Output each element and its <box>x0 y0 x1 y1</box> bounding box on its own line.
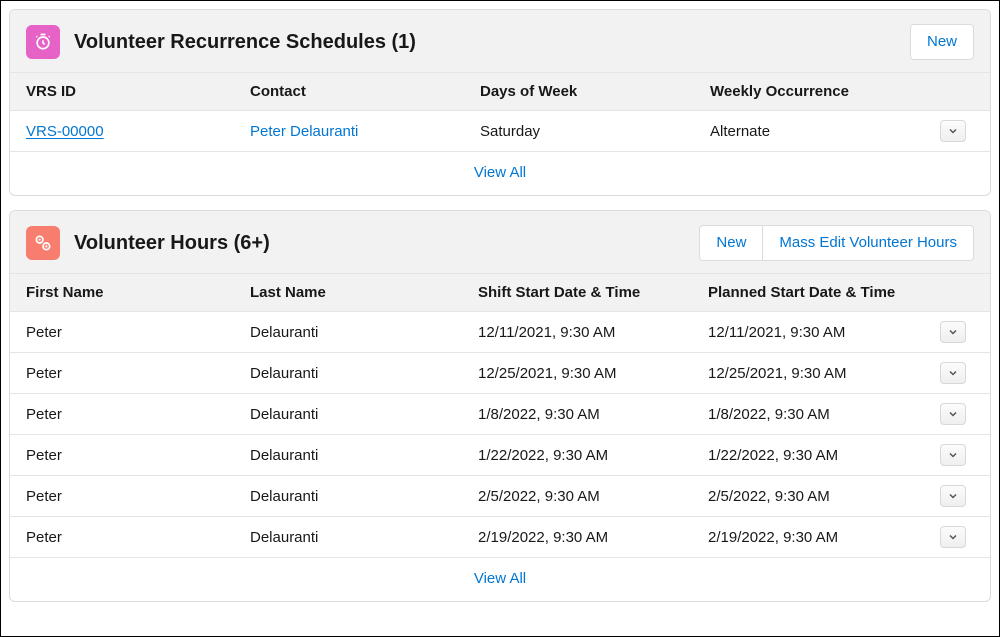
vrs-view-all-link[interactable]: View All <box>474 164 526 181</box>
last-name-cell: Delauranti <box>250 529 478 546</box>
row-menu-button[interactable] <box>940 120 966 142</box>
planned-start-cell: 1/8/2022, 9:30 AM <box>708 406 830 423</box>
shift-start-cell: 1/8/2022, 9:30 AM <box>478 406 708 423</box>
table-row: PeterDelauranti2/19/2022, 9:30 AM2/19/20… <box>10 516 990 557</box>
hours-header: Volunteer Hours (6+) New Mass Edit Volun… <box>10 211 990 274</box>
last-name-cell: Delauranti <box>250 406 478 423</box>
vrs-card: Volunteer Recurrence Schedules (1) New V… <box>9 9 991 196</box>
table-row: PeterDelauranti1/8/2022, 9:30 AM1/8/2022… <box>10 393 990 434</box>
row-menu-button[interactable] <box>940 403 966 425</box>
planned-start-cell: 2/5/2022, 9:30 AM <box>708 488 830 505</box>
gears-icon <box>26 226 60 260</box>
first-name-cell: Peter <box>26 447 250 464</box>
row-menu-button[interactable] <box>940 444 966 466</box>
row-menu-button[interactable] <box>940 485 966 507</box>
hours-new-button[interactable]: New <box>699 225 763 261</box>
col-first-name: First Name <box>26 284 250 301</box>
table-row: PeterDelauranti1/22/2022, 9:30 AM1/22/20… <box>10 434 990 475</box>
hours-card: Volunteer Hours (6+) New Mass Edit Volun… <box>9 210 991 602</box>
shift-start-cell: 1/22/2022, 9:30 AM <box>478 447 708 464</box>
schedule-icon <box>26 25 60 59</box>
days-cell: Saturday <box>480 123 710 140</box>
col-vrs-id: VRS ID <box>26 83 250 100</box>
row-menu-button[interactable] <box>940 526 966 548</box>
col-planned-start: Planned Start Date & Time <box>708 284 974 301</box>
last-name-cell: Delauranti <box>250 488 478 505</box>
hours-title: Volunteer Hours (6+) <box>74 232 699 255</box>
col-last-name: Last Name <box>250 284 478 301</box>
vrs-id-link[interactable]: VRS-00000 <box>26 123 104 140</box>
first-name-cell: Peter <box>26 365 250 382</box>
hours-view-all-link[interactable]: View All <box>474 570 526 587</box>
shift-start-cell: 2/5/2022, 9:30 AM <box>478 488 708 505</box>
vrs-title: Volunteer Recurrence Schedules (1) <box>74 31 910 54</box>
table-row: VRS-00000 Peter Delauranti SaturdayAlterna… <box>10 110 990 151</box>
shift-start-cell: 2/19/2022, 9:30 AM <box>478 529 708 546</box>
shift-start-cell: 12/11/2021, 9:30 AM <box>478 324 708 341</box>
vrs-view-all: View All <box>10 151 990 195</box>
planned-start-cell: 12/25/2021, 9:30 AM <box>708 365 846 382</box>
last-name-cell: Delauranti <box>250 365 478 382</box>
contact-link[interactable]: Peter Delauranti <box>250 123 358 140</box>
planned-start-cell: 2/19/2022, 9:30 AM <box>708 529 838 546</box>
vrs-header: Volunteer Recurrence Schedules (1) New <box>10 10 990 73</box>
col-shift-start: Shift Start Date & Time <box>478 284 708 301</box>
col-contact: Contact <box>250 83 480 100</box>
first-name-cell: Peter <box>26 488 250 505</box>
row-menu-button[interactable] <box>940 362 966 384</box>
vrs-column-headers: VRS ID Contact Days of Week Weekly Occur… <box>10 73 990 110</box>
hours-view-all: View All <box>10 557 990 601</box>
first-name-cell: Peter <box>26 529 250 546</box>
table-row: PeterDelauranti2/5/2022, 9:30 AM2/5/2022… <box>10 475 990 516</box>
mass-edit-button[interactable]: Mass Edit Volunteer Hours <box>763 225 974 261</box>
planned-start-cell: 12/11/2021, 9:30 AM <box>708 324 845 341</box>
table-row: PeterDelauranti12/25/2021, 9:30 AM12/25/… <box>10 352 990 393</box>
table-row: PeterDelauranti12/11/2021, 9:30 AM12/11/… <box>10 311 990 352</box>
shift-start-cell: 12/25/2021, 9:30 AM <box>478 365 708 382</box>
last-name-cell: Delauranti <box>250 447 478 464</box>
weekly-cell: Alternate <box>710 123 770 140</box>
planned-start-cell: 1/22/2022, 9:30 AM <box>708 447 838 464</box>
col-weekly: Weekly Occurrence <box>710 83 974 100</box>
last-name-cell: Delauranti <box>250 324 478 341</box>
col-days: Days of Week <box>480 83 710 100</box>
first-name-cell: Peter <box>26 324 250 341</box>
first-name-cell: Peter <box>26 406 250 423</box>
vrs-new-button[interactable]: New <box>910 24 974 60</box>
hours-column-headers: First Name Last Name Shift Start Date & … <box>10 274 990 311</box>
row-menu-button[interactable] <box>940 321 966 343</box>
